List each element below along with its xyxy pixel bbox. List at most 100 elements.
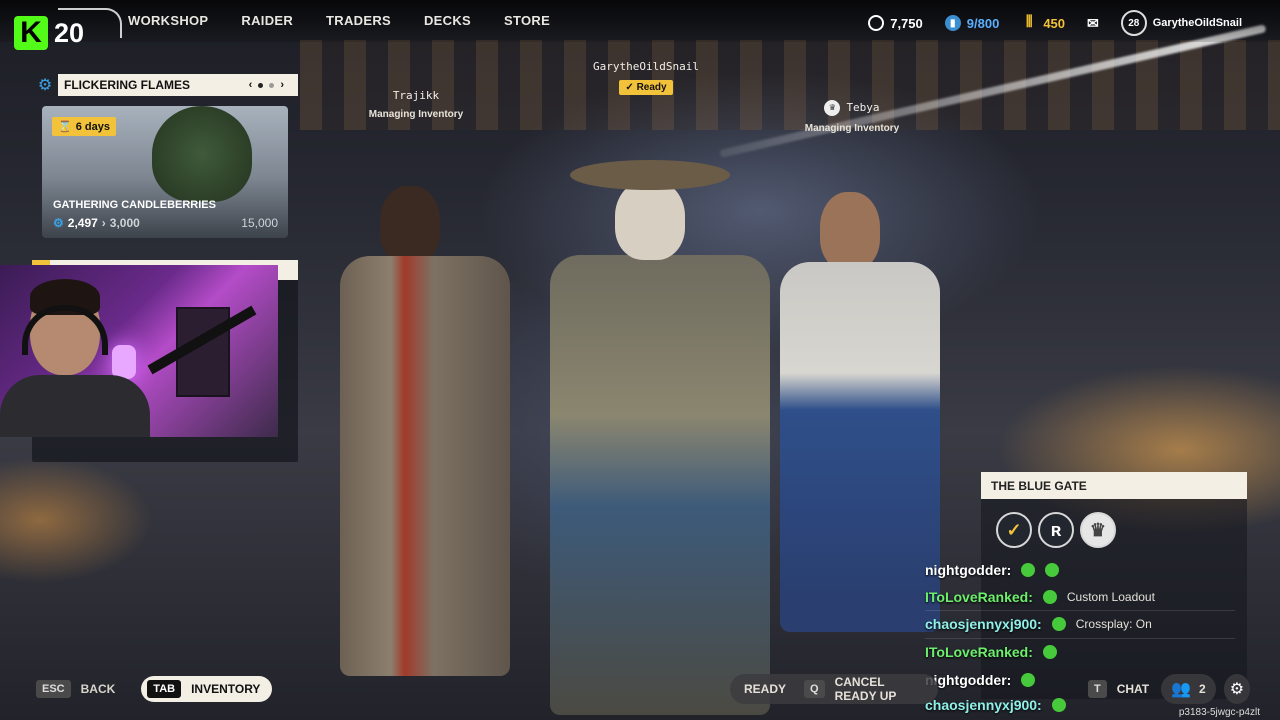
emote-icon — [1042, 589, 1057, 604]
chat-message: IToLoveRanked: Custom Loadout — [925, 584, 1235, 611]
nav-traders[interactable]: TRADERS — [326, 13, 391, 28]
kick-logo-icon: K — [14, 16, 48, 50]
t-key-hint: T — [1087, 680, 1107, 698]
player-name-row: ♛ Tebya — [796, 100, 908, 116]
ready-badge: ✓ Ready — [619, 80, 673, 95]
tokens-display[interactable]: ⦀ 450 — [1021, 14, 1066, 31]
character-hat — [570, 160, 730, 190]
capacity-value: 9/800 — [966, 15, 1000, 31]
character-body — [340, 256, 510, 676]
progress-current: ⚙ 2,497 › 3,000 — [53, 216, 140, 230]
party-count: 2 — [1199, 682, 1206, 696]
event-progress: ⚙ 2,497 › 3,000 15,000 — [53, 216, 278, 230]
q-key-hint: Q — [804, 680, 825, 698]
main-nav: WORKSHOP RAIDER TRADERS DECKS STORE — [128, 13, 550, 28]
settings-button[interactable]: ⚙ — [1223, 674, 1250, 704]
credits-icon — [868, 15, 885, 31]
hourglass-icon: ⌛ — [58, 121, 72, 133]
cancel-ready-button[interactable]: Q CANCEL READY UP — [804, 675, 924, 703]
party-icon: 👥 — [1171, 681, 1192, 698]
capacity-icon: ▮ — [944, 15, 961, 31]
logo-ring — [58, 8, 122, 38]
player-name: Trajikk — [392, 89, 440, 102]
streamer-shoulders — [0, 375, 150, 437]
tokens-icon: ⦀ — [1025, 14, 1033, 31]
event-pager: ‹ › — [249, 79, 298, 91]
pager-prev-icon[interactable]: ‹ — [249, 79, 253, 91]
chat-button[interactable]: T CHAT — [1087, 680, 1150, 698]
player-tag-center: GarytheOildSnail ✓ Ready — [586, 60, 706, 95]
pager-next-icon[interactable]: › — [280, 79, 284, 91]
progress-gear-icon: ⚙ — [53, 216, 64, 230]
party-button[interactable]: 👥 2 — [1161, 674, 1216, 704]
event-header: ⚙ FLICKERING FLAMES ‹ › — [36, 74, 298, 96]
credits-value: 7,750 — [890, 15, 923, 31]
map-title: THE BLUE GATE — [991, 478, 1087, 493]
progress-arrow-icon: › — [101, 216, 106, 230]
chat-message: chaosjennyxj900: Crossplay: On — [925, 611, 1235, 639]
session-code: p3183-5jwgc-p4zlt — [1178, 707, 1260, 718]
player-tag-right: ♛ Tebya Managing Inventory — [796, 100, 908, 134]
bottom-right-controls: READY Q CANCEL READY UP T CHAT 👥 2 ⚙ — [730, 674, 1250, 704]
chat-message: nightgodder: — [925, 556, 1235, 584]
emote-icon — [1021, 562, 1036, 577]
gear-icon: ⚙ — [1229, 681, 1245, 698]
squad-icons: ✓ ʀ ♛ — [996, 512, 1116, 548]
swirl-badge-icon: ʀ — [1038, 512, 1074, 548]
event-gear-icon: ⚙ — [37, 77, 53, 94]
character-body — [550, 255, 770, 715]
credits-display[interactable]: 7,750 — [868, 15, 923, 31]
progress-mid-value: 3,000 — [109, 216, 140, 230]
profile-button[interactable]: 28 GarytheOildSnail — [1120, 10, 1242, 36]
crest-badge-icon: ♛ — [1080, 512, 1116, 548]
chat-text: Crossplay: On — [1075, 617, 1152, 632]
purple-lamp — [112, 345, 136, 379]
mail-icon: ✉ — [1087, 14, 1099, 31]
chat-username: IToLoveRanked: — [925, 644, 1033, 661]
chat-username: chaosjennyxj900: — [925, 616, 1042, 633]
player-crest-icon: ♛ — [824, 100, 841, 116]
ready-button[interactable]: READY — [744, 682, 786, 696]
username: GarytheOildSnail — [1152, 17, 1242, 29]
back-button[interactable]: BACK — [81, 682, 116, 696]
event-timer: ⌛ 6 days — [52, 117, 116, 136]
chat-text: Custom Loadout — [1066, 589, 1155, 604]
pager-dot[interactable] — [269, 82, 275, 88]
map-title-bar: THE BLUE GATE — [981, 472, 1247, 499]
event-title-bar: FLICKERING FLAMES ‹ › — [58, 74, 298, 96]
pager-dot-active[interactable] — [258, 82, 264, 88]
bottom-left-controls: ESC BACK TAB INVENTORY — [36, 676, 273, 702]
chat-username: nightgodder: — [925, 561, 1012, 578]
emote-icon — [1051, 617, 1066, 632]
mail-button[interactable]: ✉ — [1087, 15, 1099, 32]
check-icon: ✓ — [625, 82, 634, 93]
character-head — [615, 180, 685, 260]
currency-bar: 7,750 ▮ 9/800 ⦀ 450 ✉ 28 GarytheOildSnai… — [868, 10, 1242, 36]
inventory-button[interactable]: TAB INVENTORY — [141, 676, 273, 702]
chat-label: CHAT — [1116, 682, 1150, 696]
character-head — [380, 186, 440, 264]
event-name: GATHERING CANDLEBERRIES — [53, 199, 216, 211]
emote-icon — [1042, 645, 1057, 660]
emote-icon — [1045, 562, 1060, 577]
nav-store[interactable]: STORE — [504, 13, 550, 28]
event-title: FLICKERING FLAMES — [64, 78, 190, 92]
nav-workshop[interactable]: WORKSHOP — [128, 13, 208, 28]
player-tag-left: Trajikk Managing Inventory — [366, 89, 466, 120]
level-badge: 28 — [1120, 10, 1147, 36]
checkmark-badge-icon: ✓ — [996, 512, 1032, 548]
stream-logo: K 20 — [14, 8, 122, 58]
player-status: Managing Inventory — [368, 109, 464, 120]
capacity-display[interactable]: ▮ 9/800 — [944, 15, 1000, 31]
ready-controls: READY Q CANCEL READY UP — [730, 674, 938, 704]
progress-max: 15,000 — [241, 216, 278, 230]
tokens-value: 450 — [1043, 15, 1066, 31]
progress-current-value: 2,497 — [67, 216, 98, 230]
nav-raider[interactable]: RAIDER — [241, 13, 293, 28]
nav-decks[interactable]: DECKS — [424, 13, 471, 28]
candleberry-tree-image — [152, 106, 252, 202]
player-name: Tebya — [846, 101, 880, 114]
event-card[interactable]: ⌛ 6 days GATHERING CANDLEBERRIES ⚙ 2,497… — [42, 106, 288, 238]
timer-text: 6 days — [75, 120, 110, 133]
character-head — [820, 192, 880, 270]
